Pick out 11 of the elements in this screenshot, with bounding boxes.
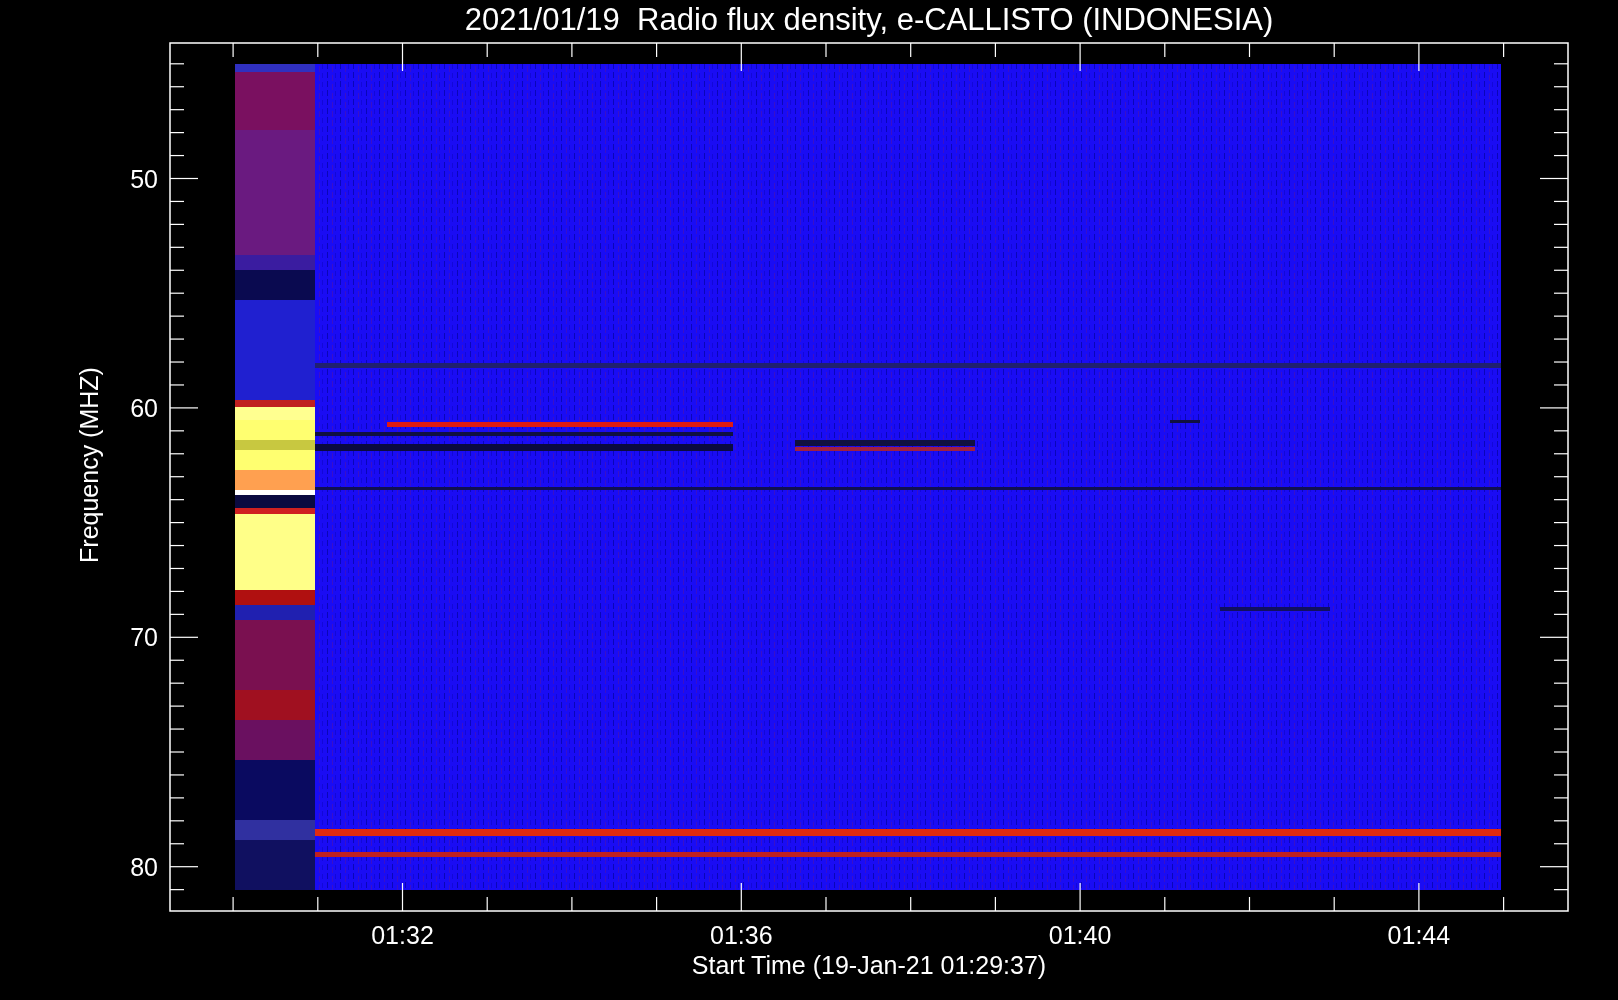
x-axis-label: Start Time (19-Jan-21 01:29:37) [691, 951, 1047, 979]
y-tick-label: 50 [130, 164, 158, 193]
y-tick-label: 70 [130, 623, 158, 652]
chart-title: 2021/01/19 Radio flux density, e-CALLISTO (INDONESIA) [464, 2, 1274, 37]
y-tick-label: 60 [130, 393, 158, 422]
y-tick-label: 80 [130, 852, 158, 881]
x-tick-label: 01:44 [1387, 921, 1451, 949]
x-tick-label: 01:32 [371, 921, 434, 949]
x-tick-label: 01:40 [1048, 921, 1112, 949]
x-tick-label: 01:36 [710, 921, 773, 949]
y-axis-label: Frequency (MHZ) [75, 367, 103, 563]
